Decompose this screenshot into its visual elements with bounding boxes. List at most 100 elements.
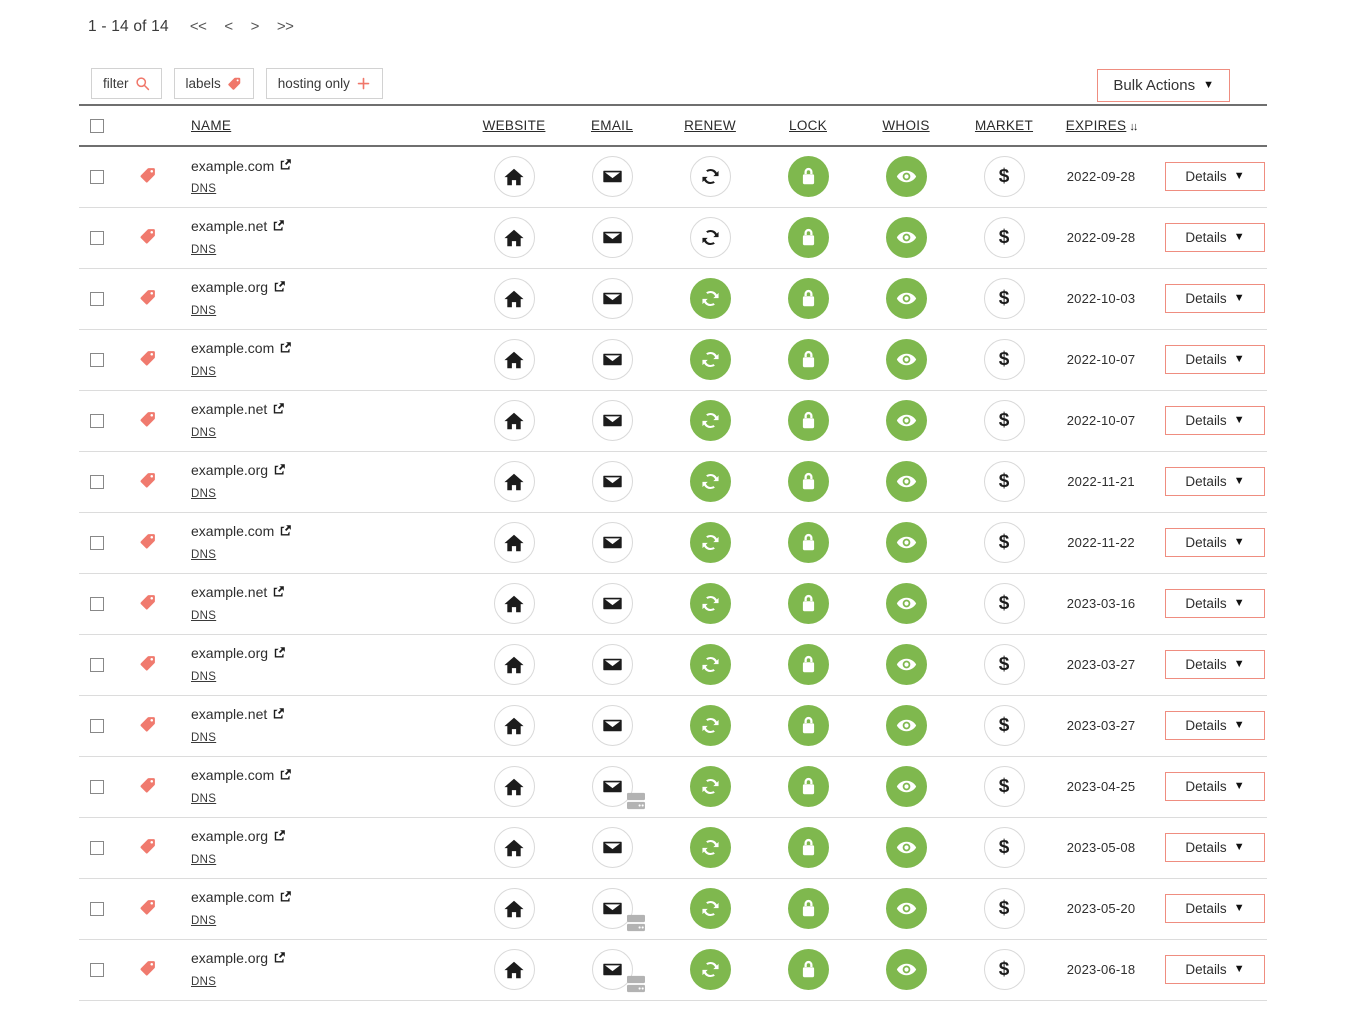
- column-header-renew[interactable]: RENEW: [661, 105, 759, 146]
- details-button[interactable]: Details▼: [1165, 467, 1265, 496]
- details-button[interactable]: Details▼: [1165, 406, 1265, 435]
- market-icon[interactable]: $: [984, 949, 1025, 990]
- market-icon[interactable]: $: [984, 339, 1025, 380]
- website-icon[interactable]: [494, 888, 535, 929]
- refresh-icon[interactable]: [690, 156, 731, 197]
- domain-name-link[interactable]: example.org: [191, 829, 286, 845]
- pagination-first-button[interactable]: <<: [181, 18, 216, 35]
- dns-link[interactable]: DNS: [191, 671, 216, 683]
- domain-name-link[interactable]: example.org: [191, 646, 286, 662]
- eye-icon[interactable]: [886, 522, 927, 563]
- domain-name-link[interactable]: example.net: [191, 707, 285, 723]
- refresh-icon[interactable]: [690, 827, 731, 868]
- market-icon[interactable]: $: [984, 461, 1025, 502]
- tag-icon[interactable]: [139, 843, 157, 858]
- dns-link[interactable]: DNS: [191, 793, 216, 805]
- lock-icon[interactable]: [788, 461, 829, 502]
- domain-name-link[interactable]: example.org: [191, 463, 286, 479]
- domain-name-link[interactable]: example.net: [191, 585, 285, 601]
- eye-icon[interactable]: [886, 156, 927, 197]
- dns-link[interactable]: DNS: [191, 427, 216, 439]
- labels-button[interactable]: labels: [174, 68, 254, 99]
- lock-icon[interactable]: [788, 278, 829, 319]
- eye-icon[interactable]: [886, 461, 927, 502]
- row-checkbox[interactable]: [90, 231, 104, 245]
- row-checkbox[interactable]: [90, 780, 104, 794]
- envelope-icon[interactable]: [592, 583, 633, 624]
- column-header-email[interactable]: EMAIL: [563, 105, 661, 146]
- details-button[interactable]: Details▼: [1165, 772, 1265, 801]
- domain-name-link[interactable]: example.org: [191, 951, 286, 967]
- row-checkbox[interactable]: [90, 658, 104, 672]
- column-header-lock[interactable]: LOCK: [759, 105, 857, 146]
- market-icon[interactable]: $: [984, 156, 1025, 197]
- column-header-website[interactable]: WEBSITE: [465, 105, 563, 146]
- website-icon[interactable]: [494, 644, 535, 685]
- website-icon[interactable]: [494, 522, 535, 563]
- refresh-icon[interactable]: [690, 217, 731, 258]
- website-icon[interactable]: [494, 400, 535, 441]
- website-icon[interactable]: [494, 583, 535, 624]
- details-button[interactable]: Details▼: [1165, 284, 1265, 313]
- row-checkbox[interactable]: [90, 292, 104, 306]
- eye-icon[interactable]: [886, 278, 927, 319]
- details-button[interactable]: Details▼: [1165, 650, 1265, 679]
- details-button[interactable]: Details▼: [1165, 223, 1265, 252]
- domain-name-link[interactable]: example.com: [191, 768, 292, 784]
- refresh-icon[interactable]: [690, 522, 731, 563]
- website-icon[interactable]: [494, 827, 535, 868]
- domain-name-link[interactable]: example.com: [191, 341, 292, 357]
- website-icon[interactable]: [494, 949, 535, 990]
- envelope-icon[interactable]: [592, 217, 633, 258]
- website-icon[interactable]: [494, 278, 535, 319]
- lock-icon[interactable]: [788, 827, 829, 868]
- details-button[interactable]: Details▼: [1165, 589, 1265, 618]
- column-header-whois[interactable]: WHOIS: [857, 105, 955, 146]
- details-button[interactable]: Details▼: [1165, 528, 1265, 557]
- pagination-next-button[interactable]: >: [242, 18, 268, 35]
- tag-icon[interactable]: [139, 965, 157, 980]
- pagination-prev-button[interactable]: <: [215, 18, 241, 35]
- lock-icon[interactable]: [788, 705, 829, 746]
- market-icon[interactable]: $: [984, 705, 1025, 746]
- website-icon[interactable]: [494, 766, 535, 807]
- details-button[interactable]: Details▼: [1165, 162, 1265, 191]
- dns-link[interactable]: DNS: [191, 244, 216, 256]
- dns-link[interactable]: DNS: [191, 915, 216, 927]
- refresh-icon[interactable]: [690, 461, 731, 502]
- domain-name-link[interactable]: example.net: [191, 219, 285, 235]
- eye-icon[interactable]: [886, 766, 927, 807]
- row-checkbox[interactable]: [90, 719, 104, 733]
- market-icon[interactable]: $: [984, 583, 1025, 624]
- sort-descending-icon[interactable]: ↓↓: [1129, 121, 1136, 133]
- eye-icon[interactable]: [886, 339, 927, 380]
- refresh-icon[interactable]: [690, 583, 731, 624]
- tag-icon[interactable]: [139, 172, 157, 187]
- eye-icon[interactable]: [886, 644, 927, 685]
- market-icon[interactable]: $: [984, 644, 1025, 685]
- website-icon[interactable]: [494, 705, 535, 746]
- lock-icon[interactable]: [788, 217, 829, 258]
- website-icon[interactable]: [494, 339, 535, 380]
- envelope-icon[interactable]: [592, 156, 633, 197]
- website-icon[interactable]: [494, 156, 535, 197]
- eye-icon[interactable]: [886, 217, 927, 258]
- refresh-icon[interactable]: [690, 705, 731, 746]
- dns-link[interactable]: DNS: [191, 610, 216, 622]
- envelope-icon[interactable]: [592, 278, 633, 319]
- details-button[interactable]: Details▼: [1165, 711, 1265, 740]
- tag-icon[interactable]: [139, 904, 157, 919]
- refresh-icon[interactable]: [690, 644, 731, 685]
- row-checkbox[interactable]: [90, 536, 104, 550]
- tag-icon[interactable]: [139, 477, 157, 492]
- market-icon[interactable]: $: [984, 827, 1025, 868]
- lock-icon[interactable]: [788, 766, 829, 807]
- eye-icon[interactable]: [886, 949, 927, 990]
- row-checkbox[interactable]: [90, 841, 104, 855]
- envelope-icon[interactable]: [592, 522, 633, 563]
- row-checkbox[interactable]: [90, 170, 104, 184]
- pagination-last-button[interactable]: >>: [268, 18, 303, 35]
- dns-link[interactable]: DNS: [191, 549, 216, 561]
- eye-icon[interactable]: [886, 705, 927, 746]
- column-header-market[interactable]: MARKET: [955, 105, 1053, 146]
